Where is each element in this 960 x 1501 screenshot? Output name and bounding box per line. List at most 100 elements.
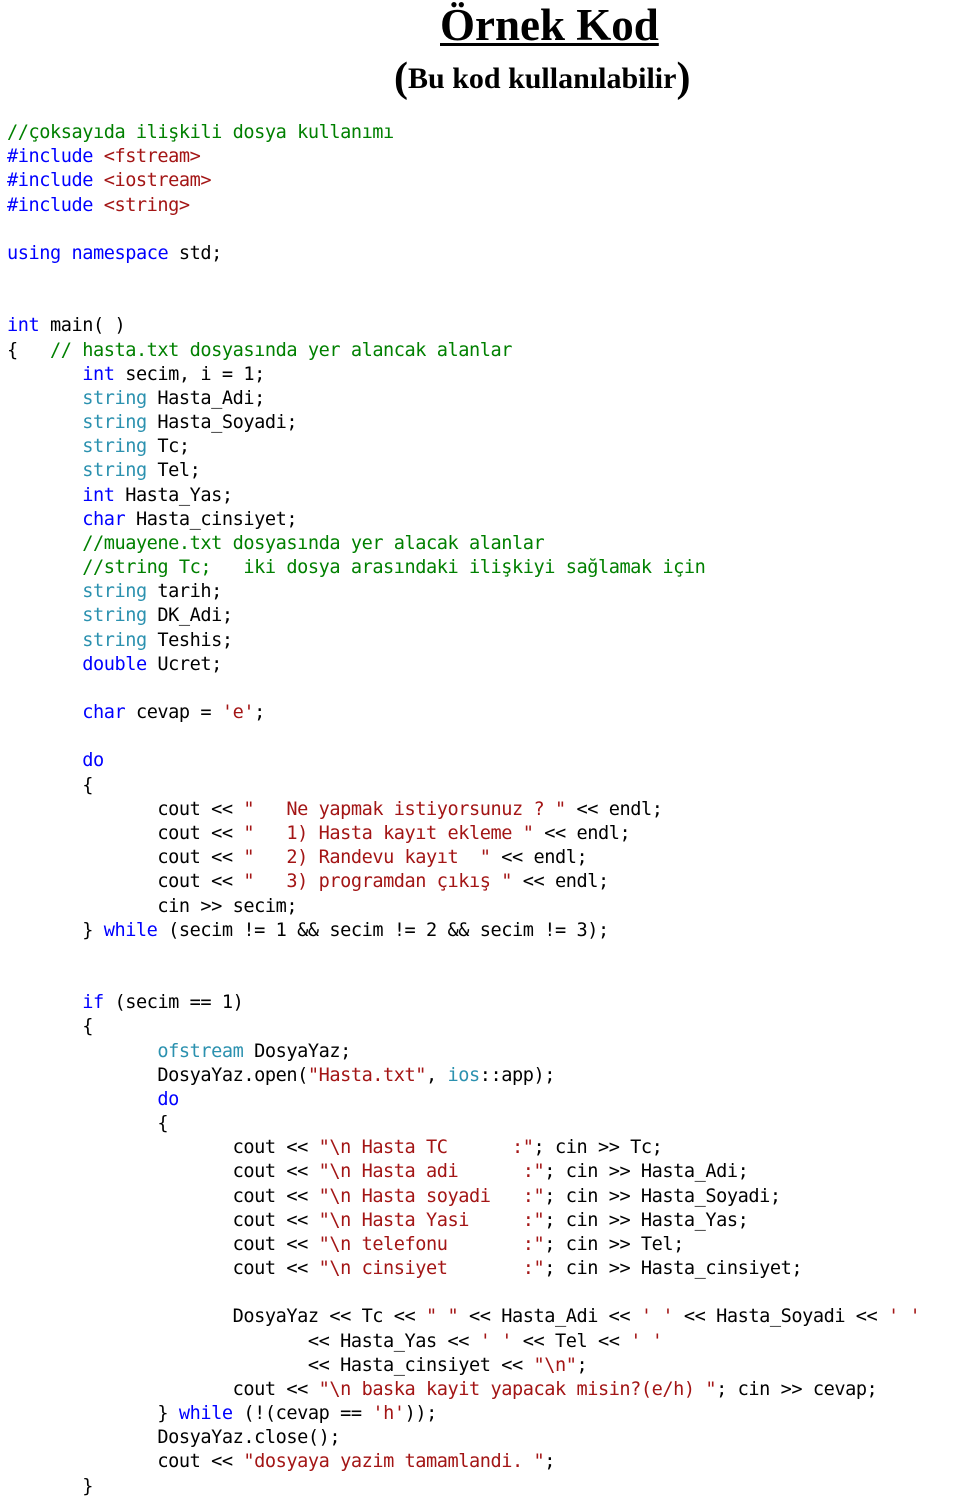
code-string: " Ne yapmak istiyorsunuz ? " <box>243 798 566 820</box>
code-text: DosyaYaz << Tc << <box>7 1306 427 1328</box>
code-keyword: namespace <box>71 242 169 264</box>
code-text: DK_Adi; <box>146 605 233 627</box>
page-subtitle: (Bu kod kullanılabilir) <box>394 56 690 101</box>
code-text: << endl; <box>565 798 663 820</box>
code-text: { <box>7 774 93 796</box>
code-line: cout << " 2) Randevu kayıt " << endl; <box>7 846 920 870</box>
code-text: { <box>7 1113 169 1135</box>
code-text: cout << <box>7 1378 319 1400</box>
code-text: std; <box>168 242 222 264</box>
code-text: Hasta_cinsiyet; <box>125 508 298 530</box>
code-line: //çoksayıda ilişkili dosya kullanımı <box>7 121 920 145</box>
code-text: cout << <box>7 822 244 844</box>
code-text: << endl; <box>533 822 631 844</box>
code-text: cin >> secim; <box>7 895 298 917</box>
code-line: char cevap = 'e'; <box>7 701 920 725</box>
code-line: string Hasta_Soyadi; <box>7 411 920 435</box>
code-line: do <box>7 1088 920 1112</box>
code-comment: //string Tc; iki dosya arasındaki ilişki… <box>82 557 706 579</box>
code-line: } while (secim != 1 && secim != 2 && sec… <box>7 919 920 943</box>
code-string: "\n Hasta soyadi :" <box>318 1185 545 1207</box>
code-text: (secim != 1 && secim != 2 && secim != 3)… <box>157 919 609 941</box>
code-text: } <box>7 1403 179 1425</box>
code-text: Hasta_Soyadi; <box>146 412 298 434</box>
code-line: { <box>7 774 920 798</box>
code-text: (secim == 1) <box>103 992 244 1014</box>
code-text: cout << <box>7 847 244 869</box>
code-line: //muayene.txt dosyasında yer alacak alan… <box>7 532 920 556</box>
code-text: ; cin >> Tc; <box>533 1137 663 1159</box>
code-text: ; cin >> Tel; <box>544 1233 684 1255</box>
code-text: Ucret; <box>146 653 222 675</box>
subtitle-close-paren: ) <box>676 55 691 101</box>
code-text: } <box>7 919 104 941</box>
code-text: DosyaYaz; <box>243 1040 351 1062</box>
code-string: <string> <box>103 194 190 216</box>
code-text: cout << <box>7 1258 319 1280</box>
code-line: DosyaYaz.open("Hasta.txt", ios::app); <box>7 1064 920 1088</box>
code-text: main( ) <box>39 315 126 337</box>
code-line: char Hasta_cinsiyet; <box>7 508 920 532</box>
code-keyword: double <box>82 653 147 675</box>
code-line: } while (!(cevap == 'h')); <box>7 1402 920 1426</box>
code-keyword: while <box>178 1403 233 1425</box>
code-text: { <box>7 339 50 361</box>
code-string: 'e' <box>221 702 255 724</box>
code-keyword: char <box>82 702 126 724</box>
code-text: << Hasta_Soyadi << <box>673 1306 889 1328</box>
code-line: { <box>7 1112 920 1136</box>
code-text: << endl; <box>490 847 588 869</box>
code-string: "\n" <box>533 1354 577 1376</box>
code-line: DosyaYaz.close(); <box>7 1426 920 1450</box>
code-line: cout << "\n Hasta TC :"; cin >> Tc; <box>7 1136 920 1160</box>
code-line: //string Tc; iki dosya arasındaki ilişki… <box>7 556 920 580</box>
code-text: << Hasta_Yas << <box>7 1330 480 1352</box>
code-text: cout << <box>7 1161 319 1183</box>
code-type: string <box>82 629 147 651</box>
code-keyword: int <box>7 315 40 337</box>
code-text: cout << <box>7 1233 319 1255</box>
code-preprocessor: #include <box>7 194 104 216</box>
code-line: if (secim == 1) <box>7 991 920 1015</box>
code-line: { <box>7 1015 920 1039</box>
code-text: (!(cevap == <box>232 1403 373 1425</box>
code-text: DosyaYaz.close(); <box>7 1427 341 1449</box>
subtitle-text: Bu kod kullanılabilir <box>408 62 677 95</box>
code-keyword: do <box>82 750 104 772</box>
code-string: " 2) Randevu kayıt " <box>243 847 491 869</box>
code-string: "Hasta.txt" <box>307 1064 427 1086</box>
code-type: string <box>82 460 147 482</box>
code-line: cout << " 3) programdan çıkış " << endl; <box>7 870 920 894</box>
code-string: 'h' <box>372 1403 405 1425</box>
code-text: cout << <box>7 1137 319 1159</box>
code-string: "\n baska kayit yapacak misin?(e/h) " <box>318 1378 717 1400</box>
code-text: cevap = <box>125 702 222 724</box>
code-text: ; <box>576 1354 588 1376</box>
code-text: DosyaYaz.open( <box>7 1064 308 1086</box>
code-string: ' ' <box>630 1330 663 1352</box>
code-text: ; cin >> Hasta_Soyadi; <box>544 1185 781 1207</box>
code-keyword: int <box>82 484 115 506</box>
code-text: Tel; <box>146 460 201 482</box>
code-line: int main( ) <box>7 314 920 338</box>
